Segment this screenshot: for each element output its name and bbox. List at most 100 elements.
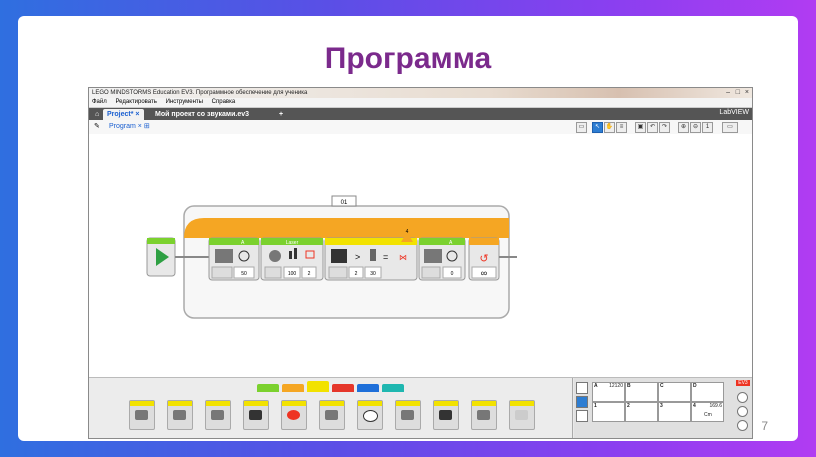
palette-block-6[interactable] [319, 400, 345, 430]
save-icon[interactable]: ▣ [635, 122, 646, 133]
palette-block-3[interactable] [205, 400, 231, 430]
program-toolbar: ✎ Program × ⊞ ▭ ↖ ✋ ≡ ▣ ↶ ↷ ⊕ ⊖ 1 ▭ [89, 120, 752, 135]
palette-tab-flow[interactable] [282, 384, 304, 392]
palette-block-5[interactable] [281, 400, 307, 430]
tab-program-label: Program [109, 123, 136, 130]
palette-tab-action[interactable] [257, 384, 279, 392]
program-diagram: 01 A 50 Laser 100 2 4 > = ⋈ 2 30 A 0 ↺ ∞ [146, 195, 517, 319]
port-c: C [658, 382, 691, 402]
minimize-icon[interactable]: – [726, 88, 730, 98]
move-block-2: A 0 [418, 237, 466, 281]
port-view-icon[interactable] [576, 396, 588, 408]
select-tool-icon[interactable]: ↖ [592, 122, 603, 133]
palette-block-10[interactable] [471, 400, 497, 430]
port-1: 1 [592, 402, 625, 422]
loop-back-icon: ↺ [479, 253, 488, 265]
motor-icon [215, 249, 233, 263]
tab-project[interactable]: Project* × [103, 109, 144, 120]
port-4: 4 169.6 Cm [691, 402, 724, 422]
undo-icon[interactable]: ↶ [647, 122, 658, 133]
add-tab-icon[interactable]: + [275, 109, 287, 120]
palette-block-7[interactable] [357, 400, 383, 430]
palette-block-11[interactable] [509, 400, 535, 430]
tab-sound-project-label: Мой проект со звуками.ev3 [155, 111, 250, 118]
monitor-icon[interactable]: ▭ [722, 122, 738, 133]
palette-block-2[interactable] [167, 400, 193, 430]
zoom-out-icon[interactable]: ⊖ [690, 122, 701, 133]
wait-value-2: 30 [370, 271, 376, 277]
download-run-icon[interactable] [737, 406, 748, 417]
palette-tab-myblocks[interactable] [382, 384, 404, 392]
laser-block-header: Laser [286, 240, 299, 246]
pan-tool-icon[interactable]: ✋ [604, 122, 615, 133]
laser-block: Laser 100 2 [260, 237, 324, 281]
port-4-unit: Cm [704, 412, 712, 418]
loop-header-bar [184, 218, 509, 238]
start-block-cap [147, 238, 175, 244]
home-icon[interactable]: ⌂ [91, 109, 103, 120]
menu-bar: Файл Редактировать Инструменты Справка [89, 98, 752, 108]
palette-tab-sensor[interactable] [307, 381, 329, 392]
menu-tools[interactable]: Инструменты [166, 99, 203, 105]
labview-logo: LabVIEW [719, 109, 749, 116]
menu-file[interactable]: Файл [92, 99, 107, 105]
wrench-icon[interactable]: ✎ [94, 122, 100, 130]
download-icon[interactable] [737, 392, 748, 403]
port-3: 3 [658, 402, 691, 422]
zoom-in-icon[interactable]: ⊕ [678, 122, 689, 133]
wait-block-port: 4 [406, 229, 409, 235]
program-canvas[interactable]: 01 A 50 Laser 100 2 4 > = ⋈ 2 30 A 0 ↺ ∞ [89, 134, 752, 378]
loop-label: 01 [341, 200, 348, 206]
motor-icon-2 [424, 249, 442, 263]
window-title-bar: LEGO MINDSTORMS Education EV3. Программн… [89, 88, 752, 98]
move-block-1: A 50 [208, 237, 260, 281]
ev3-badge: EV3 [736, 380, 750, 386]
tab-project-label: Project* [107, 111, 134, 118]
palette-tab-data[interactable] [332, 384, 354, 392]
move-block-1-value: 50 [241, 271, 247, 277]
menu-help[interactable]: Справка [212, 99, 236, 105]
sound-icon [269, 250, 281, 262]
port-a: A 12120 [592, 382, 625, 402]
wait-op: > [355, 252, 360, 262]
level-icon [370, 249, 376, 261]
compare-icon: ⋈ [399, 253, 407, 262]
close-icon[interactable]: × [745, 88, 749, 98]
ev3-app-window: LEGO MINDSTORMS Education EV3. Программн… [88, 87, 753, 439]
hardware-page: A 12120 B C D 1 2 3 4 169.6 Cm EV3 [574, 378, 752, 438]
tab-program[interactable]: Program × ⊞ [109, 122, 150, 132]
brick-info-icon[interactable] [576, 382, 588, 394]
tab-close-icon[interactable]: × [135, 111, 139, 118]
sensor-icon [331, 249, 347, 263]
port-2: 2 [625, 402, 658, 422]
page-number: 7 [761, 419, 768, 433]
document-icon[interactable]: ▭ [576, 122, 587, 133]
port-b: B [625, 382, 658, 402]
palette-block-4[interactable] [243, 400, 269, 430]
redo-icon[interactable]: ↷ [659, 122, 670, 133]
wait-value-1: 2 [355, 271, 358, 277]
available-bricks-icon[interactable] [576, 410, 588, 422]
tab-sound-project[interactable]: Мой проект со звуками.ev3 [151, 109, 253, 120]
run-selected-icon[interactable] [737, 420, 748, 431]
menu-edit[interactable]: Редактировать [115, 99, 156, 105]
loop-end-block: ↺ ∞ [468, 237, 500, 281]
palette-block-1[interactable] [129, 400, 155, 430]
slide: Программа LEGO MINDSTORMS Education EV3.… [18, 16, 798, 441]
comment-tool-icon[interactable]: ≡ [616, 122, 627, 133]
slide-title: Программа [324, 42, 492, 75]
palette-block-9[interactable] [433, 400, 459, 430]
wait-eq: = [383, 252, 388, 262]
palette-block-8[interactable] [395, 400, 421, 430]
laser-value-1: 100 [288, 271, 297, 277]
laser-value-2: 2 [308, 271, 311, 277]
palette-tab-advanced[interactable] [357, 384, 379, 392]
loop-infinity: ∞ [481, 268, 487, 278]
maximize-icon[interactable]: □ [736, 88, 740, 98]
zoom-reset-icon[interactable]: 1 [702, 122, 713, 133]
port-d: D [691, 382, 724, 402]
move-block-2-value: 0 [451, 271, 454, 277]
block-palette [89, 378, 573, 438]
window-title: LEGO MINDSTORMS Education EV3. Программн… [92, 90, 308, 96]
project-tab-bar: ⌂ Project* × Мой проект со звуками.ev3 +… [89, 108, 752, 120]
